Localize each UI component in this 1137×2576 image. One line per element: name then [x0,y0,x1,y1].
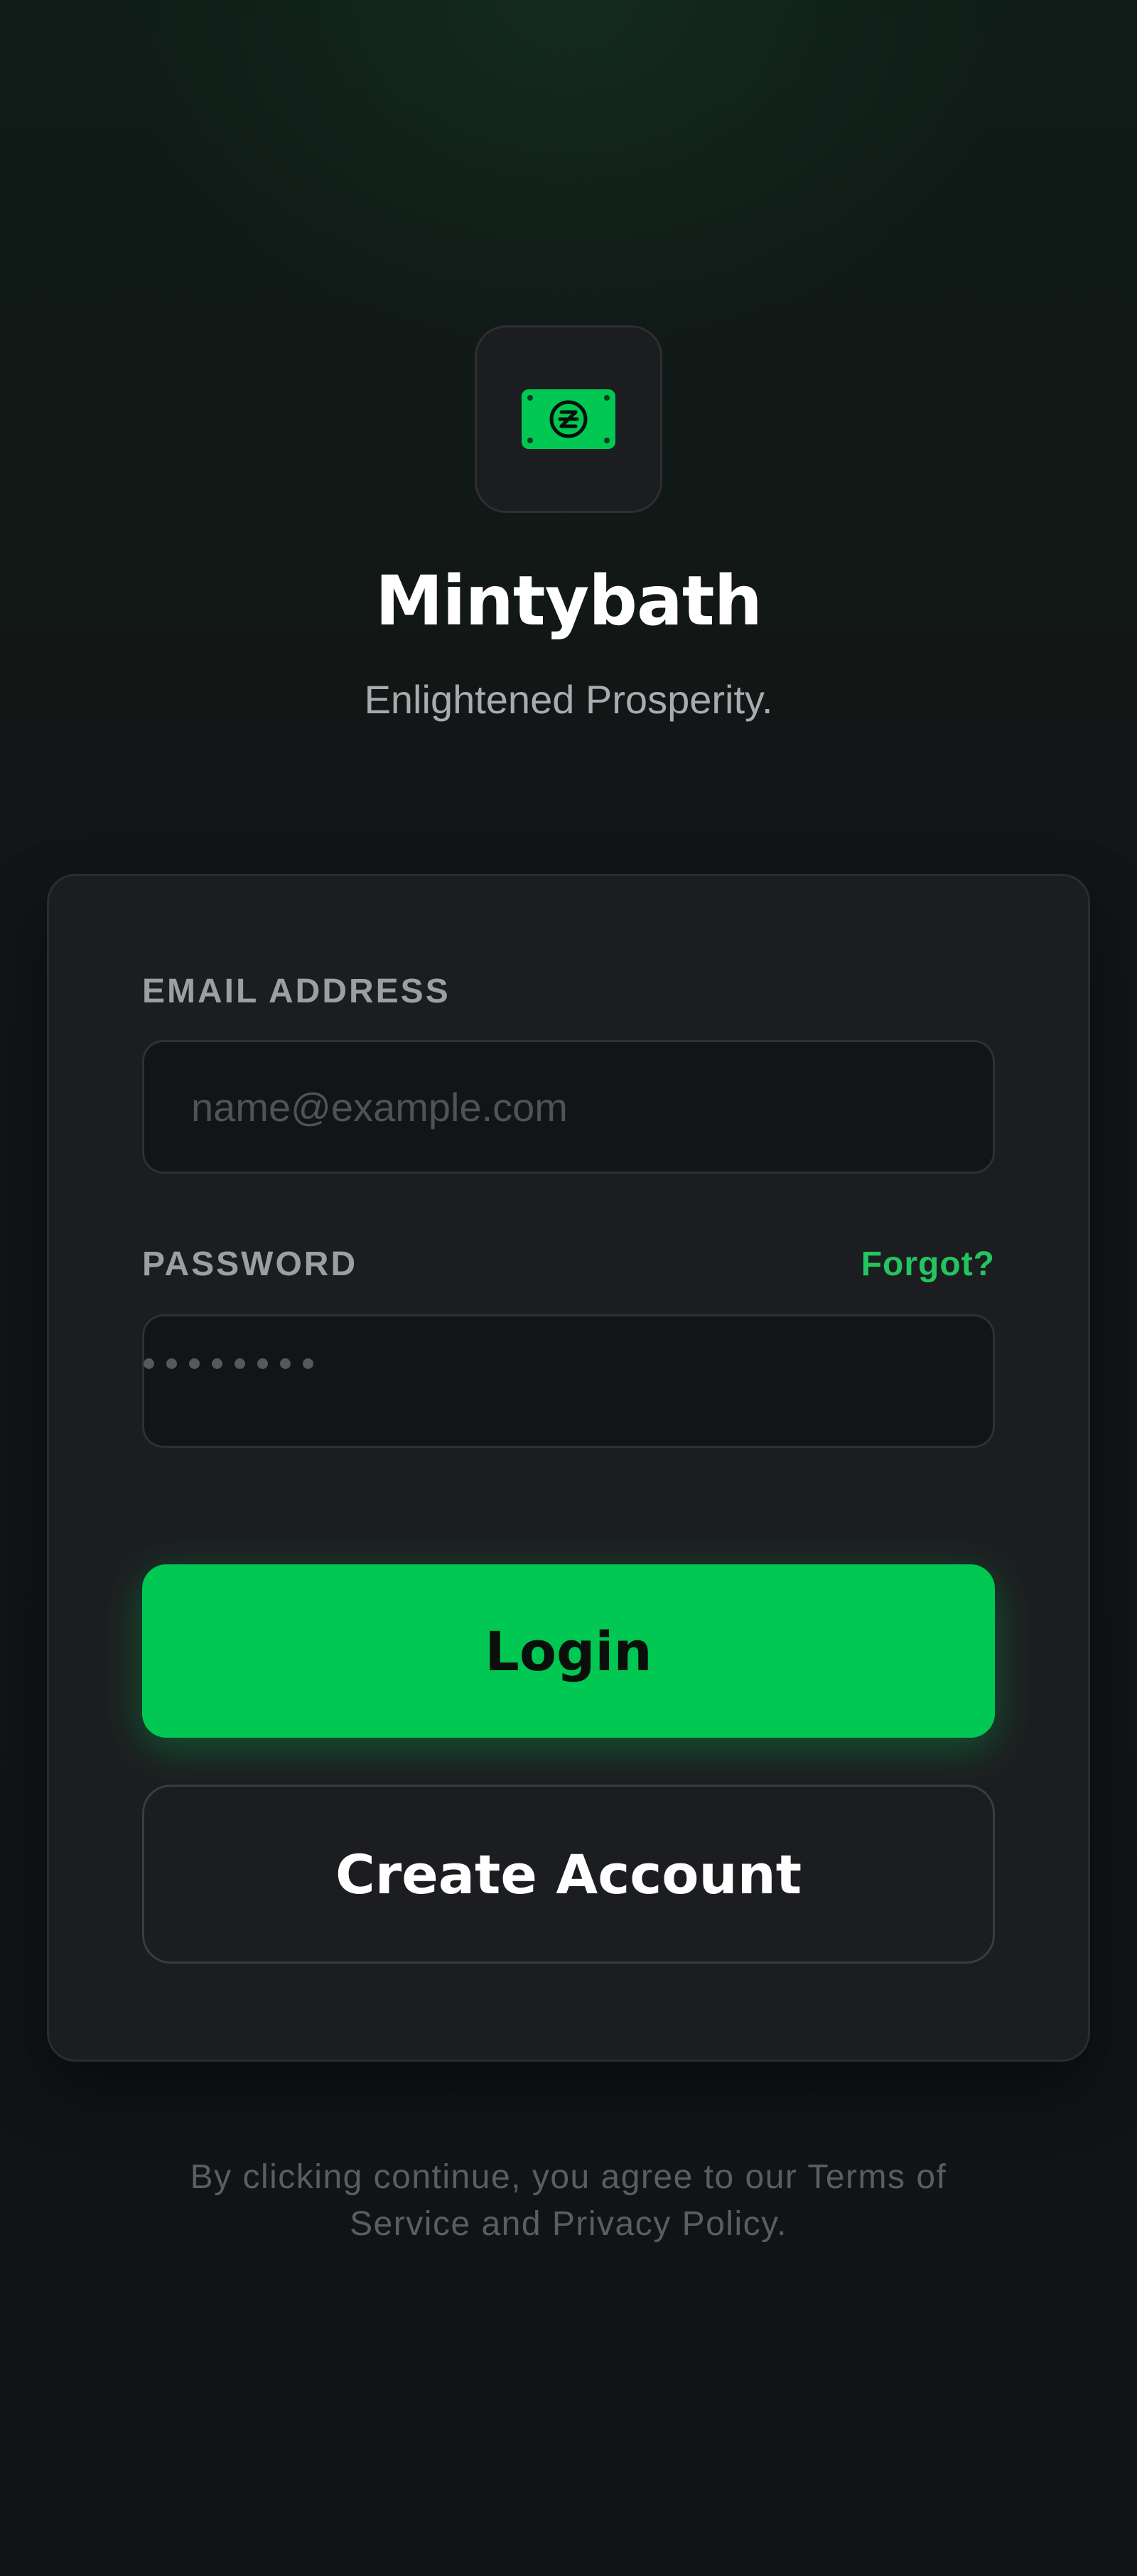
login-button[interactable]: Login [142,1564,995,1738]
forgot-password-link[interactable]: Forgot? [861,1245,995,1284]
app-tagline: Enlightened Prosperity. [364,677,773,722]
legal-notice: By clicking continue, you agree to our T… [190,2158,947,2243]
app-name: Mintybath [375,561,763,641]
email-label: EMAIL ADDRESS [142,973,451,1010]
app-logo [475,325,662,513]
create-account-button[interactable]: Create Account [142,1785,995,1964]
email-field[interactable] [142,1040,995,1174]
banknote-icon [522,389,615,449]
password-label: PASSWORD [142,1245,358,1283]
password-field[interactable] [142,1314,995,1448]
